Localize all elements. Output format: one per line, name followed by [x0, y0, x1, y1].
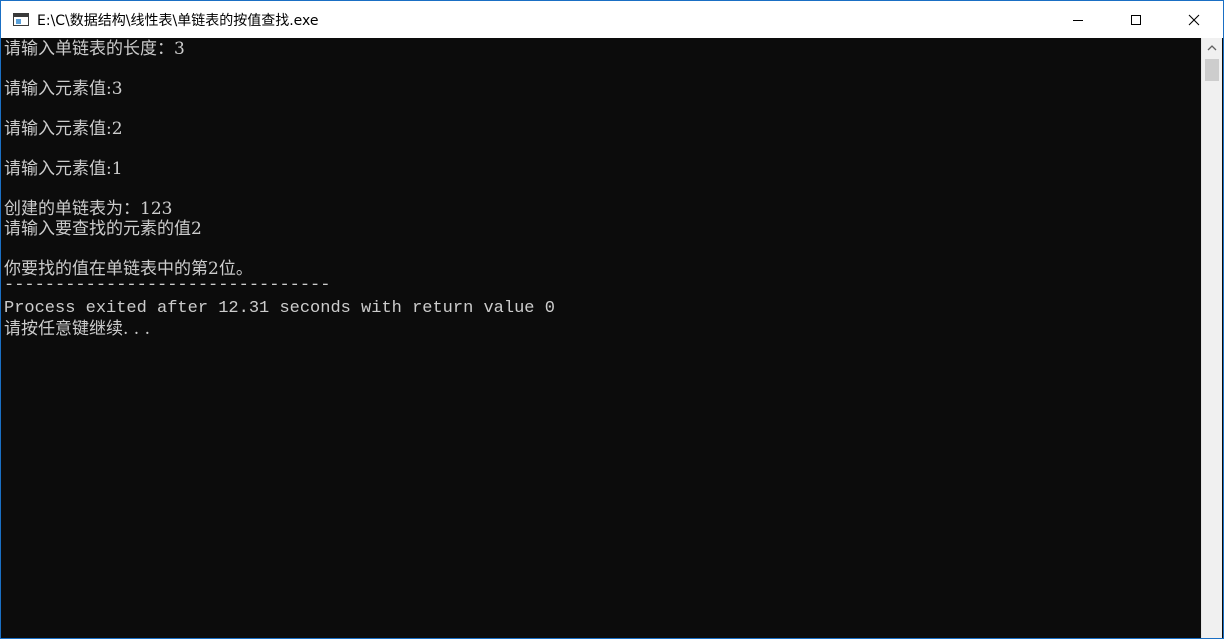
console-app-icon[interactable]	[13, 13, 29, 26]
minimize-icon	[1073, 19, 1083, 21]
maximize-button[interactable]	[1107, 1, 1165, 38]
maximize-icon	[1131, 14, 1141, 25]
separator-line: --------------------------------	[4, 276, 331, 295]
window-controls	[1049, 1, 1223, 38]
console-output[interactable]: 请输入单链表的长度：3 请输入元素值:3 请输入元素值:2 请输入元素值:1 创…	[2, 38, 1201, 638]
scrollbar-thumb[interactable]	[1205, 59, 1219, 81]
console-line: 请输入元素值:2	[4, 119, 123, 139]
window-title: E:\C\数据结构\线性表\单链表的按值查找.exe	[37, 12, 319, 29]
console-line: 创建的单链表为：123	[4, 199, 173, 219]
title-bar[interactable]: E:\C\数据结构\线性表\单链表的按值查找.exe	[1, 1, 1223, 38]
console-line: 请输入元素值:3	[4, 79, 123, 99]
scroll-up-button[interactable]	[1202, 38, 1222, 58]
chevron-up-icon	[1207, 45, 1217, 51]
console-line: 请输入元素值:1	[4, 159, 123, 179]
console-line: 请输入要查找的元素的值2	[4, 219, 202, 239]
close-button[interactable]	[1165, 1, 1223, 38]
minimize-button[interactable]	[1049, 1, 1107, 38]
console-window: E:\C\数据结构\线性表\单链表的按值查找.exe 请输入单链表的长度：3 请…	[0, 0, 1224, 639]
console-line: 请输入单链表的长度：3	[4, 39, 185, 59]
close-icon	[1188, 14, 1200, 25]
vertical-scrollbar[interactable]	[1201, 38, 1222, 638]
process-exit-line: Process exited after 12.31 seconds with …	[4, 299, 555, 318]
press-any-key-line: 请按任意键继续. . .	[4, 319, 151, 339]
